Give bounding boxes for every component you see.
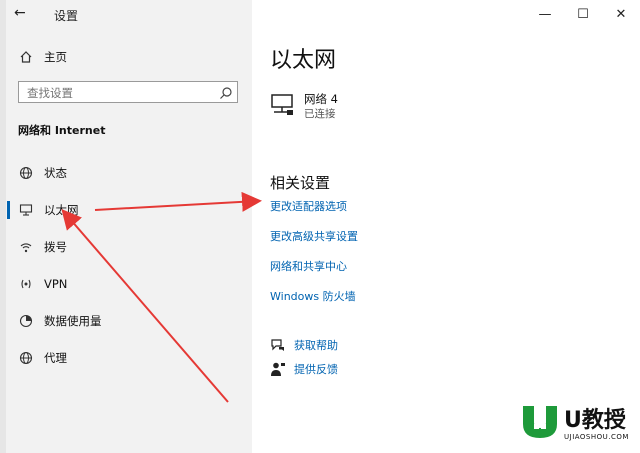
- help-chat-icon: [270, 337, 286, 353]
- globe-icon: [18, 165, 34, 181]
- related-settings-title: 相关设置: [270, 174, 331, 192]
- title-bar: ← 设置: [0, 0, 252, 28]
- section-title: 网络和 Internet: [18, 124, 106, 137]
- watermark-main: U教授: [564, 408, 626, 433]
- ethernet-icon: [270, 92, 296, 118]
- sidebar-item-label: 以太网: [44, 203, 79, 217]
- watermark: U教授 UJIAOSHOU.COM: [520, 404, 629, 446]
- monitor-icon: [18, 202, 34, 218]
- settings-window: ← 设置 主页 网络和 Internet 状态: [0, 0, 640, 453]
- sidebar-item-data-usage[interactable]: 数据使用量: [18, 310, 102, 332]
- globe-icon: [18, 350, 34, 366]
- network-text: 网络 4 已连接: [304, 92, 338, 121]
- get-help-item[interactable]: 获取帮助: [270, 337, 338, 353]
- change-adapter-options-link[interactable]: 更改适配器选项: [270, 198, 347, 214]
- sidebar-item-dialup[interactable]: 拨号: [18, 236, 67, 258]
- sidebar-item-label: 拨号: [44, 240, 67, 254]
- give-feedback-item[interactable]: 提供反馈: [270, 361, 338, 377]
- dialup-icon: [18, 239, 34, 255]
- get-help-label: 获取帮助: [294, 339, 338, 352]
- search-box[interactable]: [18, 81, 238, 103]
- minimize-button[interactable]: —: [526, 0, 564, 28]
- sidebar-item-label: 状态: [44, 166, 67, 180]
- background-window-strip: [0, 0, 6, 453]
- back-button[interactable]: ←: [14, 5, 26, 21]
- sidebar-item-proxy[interactable]: 代理: [18, 347, 67, 369]
- search-icon[interactable]: [219, 85, 233, 99]
- windows-firewall-link[interactable]: Windows 防火墙: [270, 288, 356, 304]
- sidebar-item-label: 数据使用量: [44, 314, 102, 328]
- network-sharing-center-link[interactable]: 网络和共享中心: [270, 258, 347, 274]
- search-input[interactable]: [25, 84, 209, 102]
- vpn-icon: [18, 276, 34, 292]
- window-controls: — ☐ ✕: [526, 0, 640, 28]
- network-name: 网络 4: [304, 92, 338, 106]
- home-label: 主页: [44, 50, 67, 64]
- data-usage-icon: [18, 313, 34, 329]
- sidebar-item-vpn[interactable]: VPN: [18, 273, 67, 295]
- give-feedback-label: 提供反馈: [294, 363, 338, 376]
- window-title: 设置: [54, 9, 79, 23]
- feedback-icon: [270, 361, 286, 377]
- sidebar-item-label: VPN: [44, 277, 68, 291]
- watermark-logo: [520, 404, 560, 446]
- advanced-sharing-link[interactable]: 更改高级共享设置: [270, 228, 358, 244]
- watermark-text: U教授 UJIAOSHOU.COM: [564, 408, 629, 442]
- sidebar-item-label: 代理: [44, 351, 67, 365]
- page-title: 以太网: [270, 48, 337, 73]
- maximize-button[interactable]: ☐: [564, 0, 602, 28]
- active-indicator: [7, 201, 10, 219]
- watermark-sub: UJIAOSHOU.COM: [564, 433, 629, 441]
- home-icon: [18, 49, 34, 65]
- sidebar-item-status[interactable]: 状态: [18, 162, 67, 184]
- sidebar: ← 设置 主页 网络和 Internet 状态: [0, 0, 252, 453]
- home-nav-item[interactable]: 主页: [18, 46, 67, 68]
- close-button[interactable]: ✕: [602, 0, 640, 28]
- network-status: 已连接: [304, 108, 336, 120]
- sidebar-item-ethernet[interactable]: 以太网: [18, 199, 79, 221]
- network-item[interactable]: 网络 4 已连接: [270, 92, 338, 121]
